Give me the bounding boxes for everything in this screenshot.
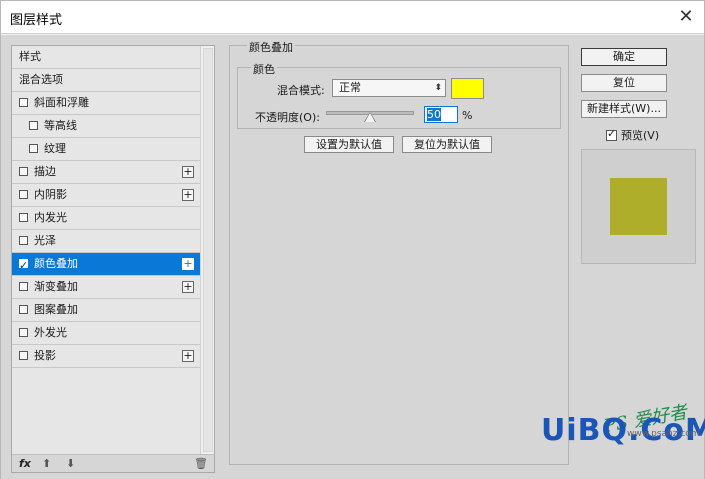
color-overlay-panel: 颜色叠加 颜色 混合模式: 正常 ⬍ 不透明度(O): 50 % 设置为默认值 …: [229, 39, 569, 465]
scrollbar[interactable]: [200, 46, 214, 454]
style-list-item-label: 混合选项: [19, 73, 63, 86]
style-list-item[interactable]: 内发光: [12, 207, 200, 230]
select-arrow-icon: ⬍: [434, 83, 442, 93]
style-list-item-label: 等高线: [44, 119, 77, 132]
style-list-item[interactable]: 图案叠加: [12, 299, 200, 322]
style-list-item-label: 外发光: [34, 326, 67, 339]
overlay-color-swatch[interactable]: [451, 78, 484, 99]
watermark-url: www.psahz.com: [627, 429, 700, 439]
opacity-input[interactable]: 50: [424, 106, 458, 123]
move-up-icon[interactable]: ⬆: [42, 457, 51, 470]
layer-style-dialog: 图层样式 ✕ 样式混合选项斜面和浮雕等高线纹理描边 + 内阴影 + 内发光光泽 ✓ 颜色叠加…: [0, 0, 705, 479]
close-icon[interactable]: ✕: [674, 5, 698, 29]
styles-list: 样式混合选项斜面和浮雕等高线纹理描边 + 内阴影 + 内发光光泽 ✓ 颜色叠加 + 渐变叠加 + 图…: [12, 46, 200, 454]
style-list-item[interactable]: 描边 +: [12, 161, 200, 184]
preview-swatch: [610, 178, 667, 235]
style-list-item[interactable]: 光泽: [12, 230, 200, 253]
ok-button[interactable]: 确定: [581, 48, 667, 66]
blend-mode-select[interactable]: 正常 ⬍: [332, 79, 446, 97]
style-checkbox[interactable]: [29, 121, 38, 130]
style-list-item[interactable]: 内阴影 +: [12, 184, 200, 207]
check-icon: ✓: [19, 259, 29, 272]
style-list-item-label: 颜色叠加: [34, 257, 78, 270]
style-list-item[interactable]: 等高线: [12, 115, 200, 138]
style-list-item[interactable]: 混合选项: [12, 69, 200, 92]
style-list-item[interactable]: 外发光: [12, 322, 200, 345]
style-checkbox[interactable]: [19, 282, 28, 291]
style-list-item-label: 描边: [34, 165, 56, 178]
preview-box: [581, 149, 696, 264]
styles-toolbar: fx ⬆ ⬇ 🗑: [12, 454, 214, 472]
section-title: 颜色叠加: [247, 39, 295, 55]
style-list-item-label: 内发光: [34, 211, 67, 224]
style-checkbox[interactable]: ✓: [19, 259, 28, 272]
style-checkbox[interactable]: [19, 351, 28, 360]
style-checkbox[interactable]: [19, 305, 28, 314]
add-icon[interactable]: +: [182, 350, 194, 362]
style-list-item-label: 斜面和浮雕: [34, 96, 89, 109]
style-checkbox[interactable]: [19, 98, 28, 107]
style-checkbox[interactable]: [19, 236, 28, 245]
style-checkbox[interactable]: [19, 328, 28, 337]
window-title: 图层样式: [10, 13, 63, 28]
styles-list-panel: 样式混合选项斜面和浮雕等高线纹理描边 + 内阴影 + 内发光光泽 ✓ 颜色叠加 + 渐变叠加 + 图…: [11, 45, 215, 473]
preview-checkbox-box[interactable]: ✓: [606, 127, 617, 141]
style-list-item[interactable]: 斜面和浮雕: [12, 92, 200, 115]
style-list-item-label: 纹理: [44, 142, 66, 155]
check-icon: ✓: [607, 127, 617, 140]
style-list-item-label: 图案叠加: [34, 303, 78, 316]
add-icon[interactable]: +: [182, 258, 194, 270]
reset-default-button[interactable]: 复位为默认值: [402, 136, 492, 153]
color-group-title: 颜色: [251, 61, 277, 77]
add-icon[interactable]: +: [182, 281, 194, 293]
style-list-item[interactable]: 投影 +: [12, 345, 200, 368]
style-list-item[interactable]: 样式: [12, 46, 200, 69]
opacity-slider-thumb[interactable]: [365, 113, 375, 122]
style-list-item-label: 投影: [34, 349, 56, 362]
style-list-item[interactable]: 纹理: [12, 138, 200, 161]
preview-label: 预览(V): [621, 129, 660, 142]
style-list-item-label: 内阴影: [34, 188, 67, 201]
style-list-item[interactable]: 渐变叠加 +: [12, 276, 200, 299]
opacity-value: 50: [427, 108, 441, 121]
style-checkbox[interactable]: [19, 190, 28, 199]
move-down-icon[interactable]: ⬇: [66, 457, 75, 470]
blend-mode-value: 正常: [339, 81, 361, 94]
opacity-label: 不透明度(O):: [255, 111, 320, 124]
style-list-item-label: 渐变叠加: [34, 280, 78, 293]
style-list-item-label: 样式: [19, 50, 41, 63]
add-icon[interactable]: +: [182, 189, 194, 201]
trash-icon[interactable]: 🗑: [194, 457, 208, 470]
style-list-item-label: 光泽: [34, 234, 56, 247]
style-checkbox[interactable]: [19, 167, 28, 176]
add-icon[interactable]: +: [182, 166, 194, 178]
title-bar: 图层样式 ✕: [1, 1, 704, 34]
new-style-button[interactable]: 新建样式(W)...: [581, 100, 667, 118]
style-list-item[interactable]: ✓ 颜色叠加 +: [12, 253, 200, 276]
blend-mode-label: 混合模式:: [277, 84, 325, 97]
opacity-slider[interactable]: [326, 111, 414, 122]
color-group: 颜色 混合模式: 正常 ⬍ 不透明度(O): 50 %: [237, 61, 561, 129]
style-checkbox[interactable]: [19, 213, 28, 222]
style-checkbox[interactable]: [29, 144, 38, 153]
set-default-button[interactable]: 设置为默认值: [304, 136, 394, 153]
opacity-unit: %: [462, 109, 473, 122]
preview-checkbox[interactable]: ✓ 预览(V): [606, 127, 659, 143]
scrollbar-thumb[interactable]: [203, 48, 213, 452]
fx-icon[interactable]: fx: [19, 457, 31, 470]
reset-button[interactable]: 复位: [581, 74, 667, 92]
